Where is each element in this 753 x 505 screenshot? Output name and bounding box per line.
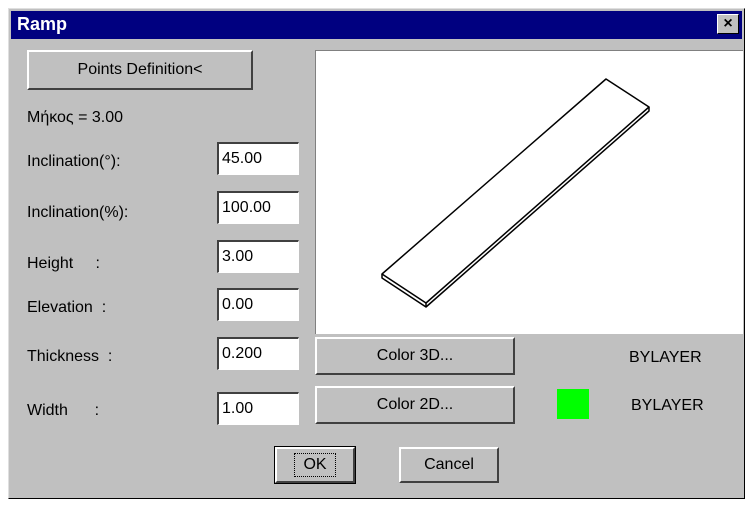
title-bar[interactable]: Ramp × (11, 11, 742, 39)
inclination-pct-label: Inclination(%): (27, 204, 129, 221)
color-2d-label: Color 2D... (376, 396, 454, 413)
ok-label: OK (294, 453, 336, 477)
color-3d-layer: BYLAYER (629, 349, 702, 366)
color-3d-label: Color 3D... (376, 347, 454, 364)
inclination-pct-input[interactable] (217, 191, 299, 224)
color-3d-button[interactable]: Color 3D... (315, 337, 515, 375)
height-input[interactable] (217, 240, 299, 273)
ramp-preview (315, 50, 743, 334)
cancel-button[interactable]: Cancel (399, 447, 499, 483)
color-2d-button[interactable]: Color 2D... (315, 386, 515, 424)
length-readout: Μήκος = 3.00 (27, 109, 124, 126)
cancel-label: Cancel (424, 456, 474, 473)
close-icon: × (723, 15, 733, 32)
width-label: Width : (27, 402, 100, 419)
ramp-dialog: Ramp × Points Definition< Μήκος = 3.00 I… (8, 8, 745, 499)
height-label: Height : (27, 255, 100, 272)
points-definition-button[interactable]: Points Definition< (27, 50, 253, 90)
thickness-label: Thickness : (27, 348, 113, 365)
points-definition-label: Points Definition< (77, 61, 203, 78)
ramp-preview-drawing (381, 78, 650, 308)
width-input[interactable] (217, 392, 299, 425)
dialog-title: Ramp (17, 14, 68, 34)
ramp-top-face (381, 78, 650, 304)
elevation-input[interactable] (217, 288, 299, 321)
close-button[interactable]: × (717, 14, 739, 34)
thickness-input[interactable] (217, 337, 299, 370)
inclination-deg-label: Inclination(°): (27, 153, 121, 170)
color-2d-layer: BYLAYER (631, 397, 704, 414)
inclination-deg-input[interactable] (217, 142, 299, 175)
ramp-front-edge (381, 107, 650, 308)
ok-button[interactable]: OK (274, 446, 356, 484)
elevation-label: Elevation : (27, 299, 107, 316)
color-2d-swatch (557, 389, 589, 419)
